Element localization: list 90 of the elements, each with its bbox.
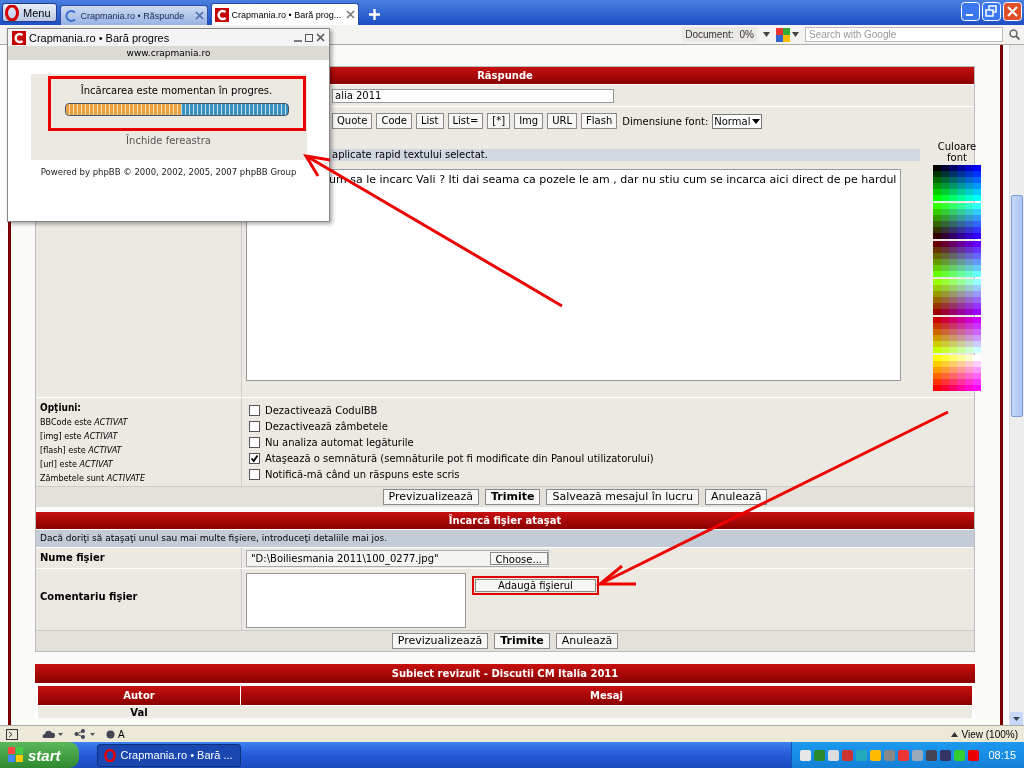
option-status: [img] este ACTIVAT [40, 430, 119, 443]
options-title: Opţiuni: [40, 401, 82, 415]
column-header: Mesaj [241, 686, 972, 705]
checkbox-label: Dezactivează zâmbetele [265, 420, 388, 432]
search-engine-icon[interactable] [776, 27, 790, 42]
column-header: Autor [38, 686, 240, 705]
font-size-select[interactable]: Normal [712, 113, 763, 129]
new-tab-icon[interactable] [368, 9, 380, 20]
color-label: Culoare font [936, 141, 978, 163]
menu-button[interactable]: Menu [2, 3, 57, 22]
browser-tab[interactable]: Crapmania.ro • Răspunde [59, 5, 208, 25]
checkbox[interactable] [249, 436, 260, 448]
section-header: Încarcă fişier ataşat [36, 512, 974, 529]
subject-field[interactable]: alia 2011 [332, 88, 614, 103]
option-status: Zâmbetele sunt ACTIVATE [40, 472, 147, 485]
form-button[interactable]: Previzualizează [391, 633, 489, 649]
format-button[interactable]: List= [447, 113, 484, 129]
info-text: Dacă doriţi să ataşaţi unul sau mai multe fişiere, introduceţi detaliile mai jos. [36, 529, 974, 547]
clock: 08:15 [988, 749, 1016, 761]
checkbox[interactable] [249, 404, 260, 416]
minimize-icon[interactable] [961, 2, 980, 21]
text-size-control[interactable]: A [106, 728, 125, 740]
author-cell: Val [38, 706, 240, 718]
form-button[interactable]: Anulează [704, 489, 768, 505]
checkbox[interactable] [249, 468, 260, 480]
file-field[interactable]: "D:\Boiliesmania 2011\100_0277.jpg" Choose... [246, 549, 549, 567]
restore-icon[interactable] [982, 2, 1001, 21]
document-label: Document: [682, 27, 737, 42]
form-button[interactable]: Trimite [485, 489, 541, 505]
format-button[interactable]: Quote [332, 113, 373, 129]
format-button[interactable]: Img [514, 113, 544, 129]
opera-logo-icon [5, 4, 19, 21]
share-icon[interactable] [74, 729, 96, 739]
close-icon[interactable] [316, 33, 325, 42]
tray-icon[interactable] [870, 749, 882, 761]
search-field[interactable]: Search with Google [805, 27, 1003, 42]
format-button[interactable]: List [416, 113, 444, 129]
option-status: [flash] este ACTIVAT [40, 444, 123, 457]
dropdown-icon[interactable] [792, 32, 799, 37]
close-tab-icon[interactable] [345, 10, 355, 19]
progress-message: Încărcarea este momentan în progres. [80, 85, 273, 96]
panel-toggle-icon[interactable] [6, 728, 18, 740]
section-header: Subiect revizuit - Discutii CM Italia 2011 [35, 664, 975, 683]
field-label: Nume fişier [36, 548, 242, 568]
loading-icon [63, 8, 78, 23]
checkbox-label: Nu analiza automat legăturile [265, 436, 414, 448]
tray-icon[interactable] [926, 749, 938, 761]
tray-icon[interactable] [940, 749, 952, 761]
form-button[interactable]: Anulează [555, 633, 619, 649]
add-file-button[interactable]: Adaugă fişierul [475, 579, 596, 592]
scroll-down-icon[interactable] [1010, 712, 1023, 725]
checkbox-label: Dezactivează CodulBB [265, 404, 378, 416]
format-button[interactable]: Flash [581, 113, 618, 129]
font-size-label: Dimensiune font: [622, 115, 709, 127]
choose-button[interactable]: Choose... [489, 551, 548, 565]
dropdown-icon[interactable] [763, 32, 770, 37]
search-icon[interactable] [1009, 29, 1020, 40]
checkbox-label: Notifică-mă când un răspuns este scris [265, 468, 460, 480]
tray-icon[interactable] [828, 749, 840, 761]
cloud-icon[interactable] [42, 729, 64, 739]
color-palette-drawing[interactable] [933, 165, 981, 391]
tray-icon[interactable] [800, 749, 812, 761]
comment-field[interactable] [246, 573, 466, 628]
window-title: Crapmania.ro • Bară progres [29, 31, 171, 44]
close-tab-icon[interactable] [194, 11, 204, 20]
form-button[interactable]: Salvează mesajul în lucru [546, 489, 699, 505]
format-button[interactable]: Code [376, 113, 412, 129]
caret-icon[interactable] [951, 731, 959, 737]
form-button[interactable]: Trimite [494, 633, 550, 649]
file-path: "D:\Boiliesmania 2011\100_0277.jpg" [251, 552, 439, 564]
checkbox-label: Ataşează o semnătură (semnăturile pot fi modificate din Panoul utilizatorului) [265, 452, 654, 464]
format-button[interactable]: URL [547, 113, 578, 129]
checkbox[interactable] [249, 420, 260, 432]
browser-tab[interactable]: Crapmania.ro • Bară prog... [210, 3, 359, 25]
option-status: [url] este ACTIVAT [40, 458, 114, 471]
option-status: BBCode este ACTIVAT [40, 416, 129, 429]
windows-logo-icon [8, 747, 24, 763]
document-percent: 0% [736, 27, 757, 42]
dropdown-icon [752, 118, 761, 124]
taskbar-button[interactable]: Crapmania.ro • Bară ... [96, 743, 241, 767]
scrollbar[interactable] [1009, 45, 1024, 725]
close-window-link[interactable]: Închide fereastra [126, 135, 211, 146]
checkbox[interactable] [249, 452, 260, 464]
form-button[interactable]: Previzualizează [382, 489, 479, 505]
url-text: www.crapmania.ro [8, 46, 329, 60]
opera-logo-icon [103, 748, 116, 762]
maximize-icon[interactable] [305, 33, 313, 42]
format-button[interactable]: [*] [487, 113, 511, 129]
site-logo-icon [214, 7, 229, 22]
zoom-level[interactable]: View (100%) [961, 728, 1018, 740]
